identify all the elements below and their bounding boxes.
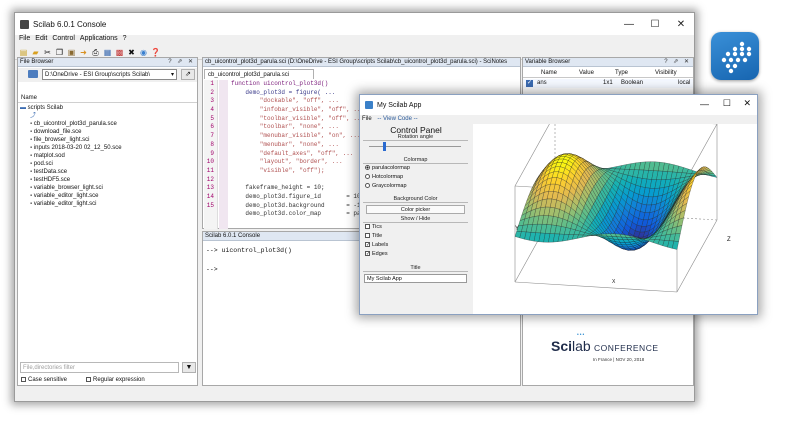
menu-edit[interactable]: Edit [35,35,47,46]
logo-dots-icon: ••• [577,332,586,338]
check-tics[interactable]: Tics [363,223,468,232]
menu-bar: File Edit Control Applications ? [15,35,694,46]
scinotes-tab[interactable]: cb_uicontrol_plot3d_parula.sci [204,69,314,79]
col-value[interactable]: Value [579,69,594,78]
axis-label-x: X [612,279,616,285]
conference-banner: Scilab CONFERENCE In France | NOV 20, 20… [523,328,693,383]
path-combobox[interactable]: D:\OneDrive - ESI Group\scripts Scilab\ … [42,69,177,80]
variable-row[interactable]: ✓ ans 1x1 Boolean local [523,79,693,88]
file-item[interactable]: ▪ matplot.sod [20,152,190,160]
console-window-title: Scilab 6.0.1 Console [33,19,107,29]
title-group: Title My Scilab App [363,265,468,287]
my-scilab-app-window: My Scilab App — ☐ ✕ File -- View Code --… [359,94,758,315]
file-item[interactable]: ▪ file_browser_light.sci [20,136,190,144]
console-title-bar: Scilab 6.0.1 Console — ☐ ✕ [15,13,694,35]
axis-label-y: Y [515,226,520,232]
column-name-header[interactable]: Name [18,94,197,103]
file-item[interactable]: ▪ inputs 2018-03-20 02_12_50.sce [20,144,190,152]
file-item[interactable]: ▪ testData.sce [20,168,190,176]
parent-dir-icon[interactable]: ⤴ [20,112,190,120]
menu-file[interactable]: File [19,35,30,46]
menu-applications[interactable]: Applications [80,35,118,46]
radio-gray[interactable]: Graycolormap [363,182,468,191]
title-input[interactable]: My Scilab App [364,274,467,283]
console-prompt: --> [206,266,218,273]
rotation-group: Rotation angle [363,134,468,156]
file-item[interactable]: ▪ variable_browser_light.sci [20,184,190,192]
tree-root[interactable]: ▬ scripts Scilab [20,104,190,112]
panel-controls[interactable]: ? ⇗ ✕ [664,58,691,67]
filter-icon[interactable]: ▼ [182,362,196,373]
colormap-group: Colormap parulacolormap Hotcolormap Gray… [363,157,468,197]
scilab-app-icon [20,19,29,29]
maximize-button[interactable]: ☐ [642,13,668,35]
axis-label-z: Z [727,237,731,243]
close-button[interactable]: ✕ [668,13,694,35]
menu-view-code[interactable]: -- View Code -- [377,116,417,122]
col-visibility[interactable]: Visibility [655,69,677,78]
folder-icon: ▬ [20,105,28,111]
maximize-button[interactable]: ☐ [723,98,731,109]
show-hide-label: Show / Hide [363,216,468,223]
panel-controls[interactable]: ? ⇗ ✕ [168,58,195,67]
regex-checkbox[interactable] [86,376,91,382]
surface-mesh [514,153,718,251]
background-group: Background Color Color picker [363,196,468,216]
plot-area[interactable]: Y Z X [473,113,757,314]
col-name[interactable]: Name [541,69,557,78]
minimize-button[interactable]: — [616,13,642,35]
file-item[interactable]: ▪ pod.sci [20,160,190,168]
file-item[interactable]: ▪ variable_editor_light.sce [20,192,190,200]
surface-plot [514,113,718,293]
rotation-label: Rotation angle [363,134,468,141]
banner-word-sci: Sci [551,338,573,354]
file-item[interactable]: ▪ cb_uicontrol_plot3d_parula.sce [20,120,190,128]
file-tree: ▬ scripts Scilab ⤴ ▪ cb_uicontrol_plot3d… [20,104,190,208]
regex-option[interactable]: Regular expression [86,376,145,385]
file-item[interactable]: ▪ download_file.sce [20,128,190,136]
minimize-button[interactable]: — [700,99,709,109]
check-edges[interactable]: ✓ Edges [363,250,468,259]
go-button[interactable]: ⇗ [181,69,195,80]
col-type[interactable]: Type [615,69,628,78]
menu-help[interactable]: ? [123,35,127,46]
case-sensitive-checkbox[interactable] [21,376,26,382]
folder-icon[interactable] [28,70,38,78]
radio-selected[interactable] [365,165,370,171]
app-title: My Scilab App [377,101,422,109]
console-line: --> uicontrol_plot3d() [206,247,292,254]
color-picker-button[interactable]: Color picker [366,205,465,214]
radio-hot[interactable]: Hotcolormap [363,173,468,182]
radio-parula[interactable]: parulacolormap [363,164,468,173]
scilab-app-icon [365,101,373,109]
check-icon: ✓ [526,80,533,87]
chevron-down-icon[interactable]: ▾ [171,70,174,79]
scilab-logo [711,32,759,80]
check-labels[interactable]: ✓ Labels [363,241,468,250]
background-label: Background Color [363,196,468,203]
close-button[interactable]: ✕ [743,98,751,109]
filter-input[interactable]: File,directories filter [20,362,179,373]
line-numbers: 1 2 3 4 5 6 7 8 9 10 11 12 13 14 15 [204,80,218,229]
slider-thumb[interactable] [383,142,386,151]
app-menu: File -- View Code -- [362,115,418,123]
app-title-bar: My Scilab App — ☐ ✕ [360,95,757,115]
menu-file[interactable]: File [362,116,372,122]
scinotes-header: cb_uicontrol_plot3d_parula.sci (D:\OneDr… [203,58,520,67]
menu-control[interactable]: Control [52,35,75,46]
control-panel: Control Panel Rotation angle Colormap pa… [360,124,472,314]
case-sensitive-option[interactable]: Case sensitive [21,376,67,385]
file-item[interactable]: ▪ testHDF5.sce [20,176,190,184]
banner-word-lab: lab [572,338,591,354]
colormap-label: Colormap [363,157,468,164]
variable-table-header: Name Value Type Visibility [523,69,693,78]
title-label: Title [363,265,468,272]
banner-subtitle: In France | NOV 20, 2018 [593,357,645,362]
check-title[interactable]: Title [363,232,468,241]
file-browser-panel: File Browser ? ⇗ ✕ D:\OneDrive - ESI Gro… [17,57,198,386]
banner-conference: CONFERENCE [594,343,659,353]
path-text: D:\OneDrive - ESI Group\scripts Scilab\ [45,72,151,78]
file-item[interactable]: ▪ variable_editor_light.sci [20,200,190,208]
show-hide-group: Show / Hide Tics Title ✓ Labels ✓ Edges [363,216,468,264]
